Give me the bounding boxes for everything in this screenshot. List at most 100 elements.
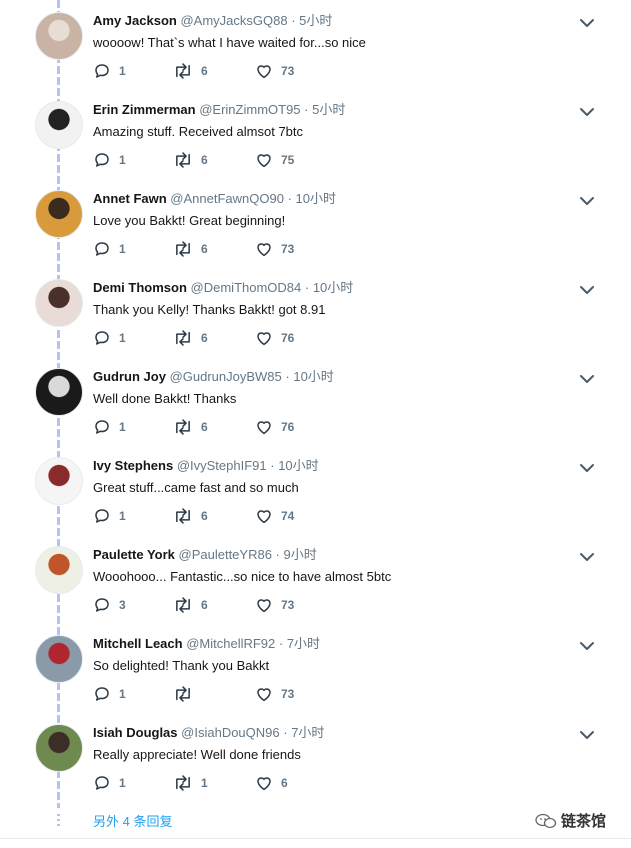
username[interactable]: @ErinZimmOT95 [199, 102, 300, 117]
tweet-header: Demi Thomson @DemiThomOD84 · 10小时 [93, 279, 353, 296]
timestamp[interactable]: 10小时 [313, 280, 353, 295]
like-count: 73 [281, 598, 295, 612]
username[interactable]: @AmyJacksGQ88 [180, 13, 287, 28]
like-button[interactable]: 76 [255, 328, 294, 348]
retweet-icon [173, 418, 193, 436]
tweet: Annet Fawn @AnnetFawnQO90 · 10小时 Love you… [0, 178, 631, 267]
separator: · [301, 280, 313, 295]
username[interactable]: @PauletteYR86 [179, 547, 272, 562]
avatar[interactable] [35, 279, 83, 327]
chevron-down-icon[interactable] [578, 548, 596, 566]
tweet-text: So delighted! Thank you Bakkt [93, 658, 270, 673]
reply-button[interactable]: 1 [93, 61, 126, 81]
reply-icon [93, 151, 111, 169]
timestamp[interactable]: 9小时 [284, 547, 317, 562]
chevron-down-icon[interactable] [578, 726, 596, 744]
username[interactable]: @MitchellRF92 [186, 636, 275, 651]
chevron-down-icon[interactable] [578, 192, 596, 210]
display-name[interactable]: Amy Jackson [93, 13, 177, 28]
username[interactable]: @IsiahDouQN96 [181, 725, 279, 740]
display-name[interactable]: Demi Thomson [93, 280, 187, 295]
retweet-button[interactable]: 6 [173, 61, 208, 81]
avatar[interactable] [35, 190, 83, 238]
retweet-icon [173, 151, 193, 169]
username[interactable]: @AnnetFawnQO90 [170, 191, 284, 206]
reply-button[interactable]: 1 [93, 773, 126, 793]
retweet-button[interactable]: 6 [173, 328, 208, 348]
retweet-icon [173, 62, 193, 80]
tweet-text: Amazing stuff. Received almsot 7btc [93, 124, 304, 139]
tweet-actions: 1 6 76 [93, 417, 333, 437]
username[interactable]: @IvyStephIF91 [177, 458, 267, 473]
like-button[interactable]: 6 [255, 773, 288, 793]
display-name[interactable]: Mitchell Leach [93, 636, 183, 651]
username[interactable]: @GudrunJoyBW85 [170, 369, 282, 384]
avatar[interactable] [35, 546, 83, 594]
chevron-down-icon[interactable] [578, 637, 596, 655]
display-name[interactable]: Ivy Stephens [93, 458, 173, 473]
display-name[interactable]: Annet Fawn [93, 191, 167, 206]
timestamp[interactable]: 7小时 [287, 636, 320, 651]
separator: · [283, 191, 296, 206]
display-name[interactable]: Isiah Douglas [93, 725, 178, 740]
like-button[interactable]: 75 [255, 150, 294, 170]
timestamp[interactable]: 5小时 [299, 13, 332, 28]
retweet-button[interactable]: 6 [173, 417, 208, 437]
timestamp[interactable]: 5小时 [312, 102, 345, 117]
like-button[interactable]: 73 [255, 684, 294, 704]
retweet-count: 6 [201, 420, 208, 434]
reply-button[interactable]: 1 [93, 417, 126, 437]
chevron-down-icon[interactable] [578, 14, 596, 32]
timestamp[interactable]: 10小时 [293, 369, 333, 384]
display-name[interactable]: Paulette York [93, 547, 175, 562]
avatar[interactable] [35, 101, 83, 149]
tweet: Isiah Douglas @IsiahDouQN96 · 7小时 Really … [0, 712, 631, 801]
tweet-header: Isiah Douglas @IsiahDouQN96 · 7小时 [93, 724, 324, 741]
username[interactable]: @DemiThomOD84 [191, 280, 302, 295]
reply-button[interactable]: 3 [93, 595, 126, 615]
like-button[interactable]: 74 [255, 506, 294, 526]
retweet-count: 6 [201, 331, 208, 345]
retweet-button[interactable]: 6 [173, 595, 208, 615]
reply-count: 1 [119, 509, 126, 523]
reply-icon [93, 774, 111, 792]
like-button[interactable]: 73 [255, 239, 294, 259]
retweet-button[interactable]: 6 [173, 506, 208, 526]
tweet-text: Well done Bakkt! Thanks [93, 391, 237, 406]
chevron-down-icon[interactable] [578, 103, 596, 121]
timestamp[interactable]: 7小时 [291, 725, 324, 740]
tweet-text: Thank you Kelly! Thanks Bakkt! got 8.91 [93, 302, 326, 317]
reply-button[interactable]: 1 [93, 506, 126, 526]
show-more-replies-link[interactable]: 另外 4 条回复 [93, 811, 172, 830]
display-name[interactable]: Erin Zimmerman [93, 102, 196, 117]
tweet-text: Wooohooo... Fantastic...so nice to have … [93, 569, 392, 584]
avatar[interactable] [35, 724, 83, 772]
tweet-actions: 1 1 6 [93, 773, 333, 793]
heart-icon [255, 151, 273, 169]
reply-icon [93, 507, 111, 525]
timestamp[interactable]: 10小时 [278, 458, 318, 473]
display-name[interactable]: Gudrun Joy [93, 369, 166, 384]
avatar[interactable] [35, 368, 83, 416]
retweet-button[interactable]: 1 [173, 773, 208, 793]
chevron-down-icon[interactable] [578, 281, 596, 299]
like-button[interactable]: 73 [255, 61, 294, 81]
chevron-down-icon[interactable] [578, 370, 596, 388]
tweet-actions: 3 6 73 [93, 595, 333, 615]
retweet-button[interactable] [173, 684, 201, 704]
reply-button[interactable]: 1 [93, 684, 126, 704]
watermark: 链茶馆 [535, 810, 606, 831]
reply-button[interactable]: 1 [93, 150, 126, 170]
avatar[interactable] [35, 457, 83, 505]
chevron-down-icon[interactable] [578, 459, 596, 477]
avatar[interactable] [35, 635, 83, 683]
timestamp[interactable]: 10小时 [296, 191, 336, 206]
retweet-icon [173, 685, 193, 703]
reply-button[interactable]: 1 [93, 328, 126, 348]
avatar[interactable] [35, 12, 83, 60]
retweet-button[interactable]: 6 [173, 239, 208, 259]
reply-button[interactable]: 1 [93, 239, 126, 259]
like-button[interactable]: 76 [255, 417, 294, 437]
retweet-button[interactable]: 6 [173, 150, 208, 170]
like-button[interactable]: 73 [255, 595, 294, 615]
